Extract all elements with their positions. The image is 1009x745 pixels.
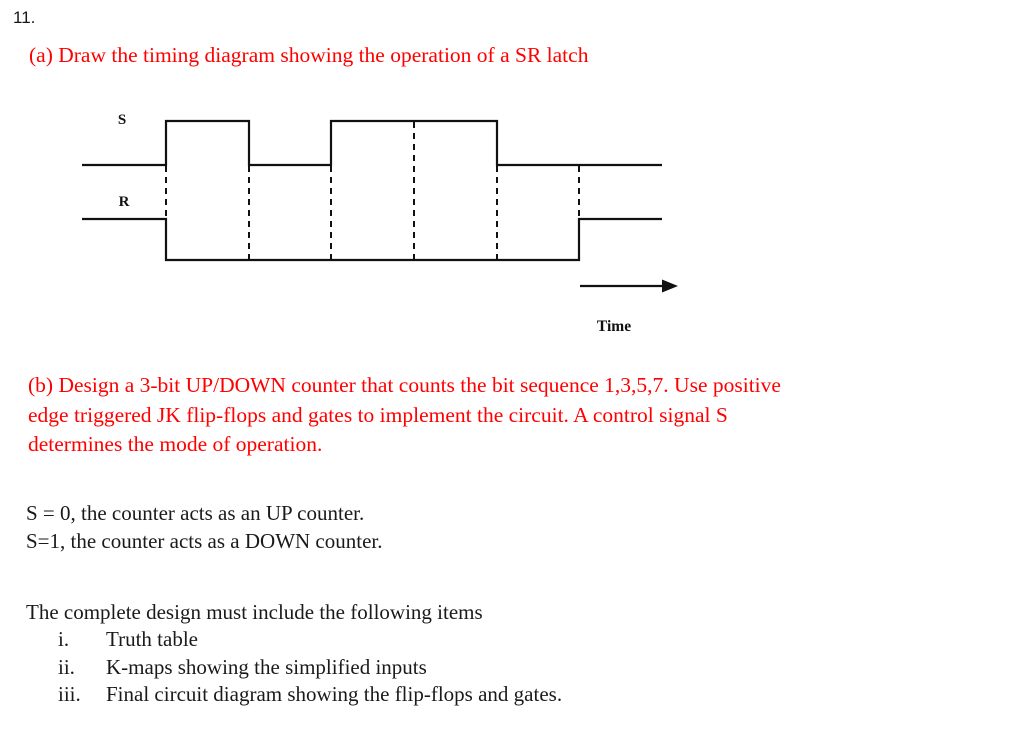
- list-item-numeral: ii.: [58, 654, 75, 679]
- part-a-heading: (a) Draw the timing diagram showing the …: [29, 43, 589, 67]
- list-item-numeral: i.: [58, 627, 70, 651]
- exam-question-page: 11. (a) Draw the timing diagram showing …: [0, 0, 1009, 745]
- part-b-line-1: (b) Design a 3-bit UP/DOWN counter that …: [28, 373, 781, 397]
- mode-descriptions: S = 0, the counter acts as an UP counter…: [26, 499, 383, 555]
- signal-s-waveform: [82, 119, 662, 167]
- timing-diagram: S R Time: [0, 96, 1009, 346]
- deliverables-list: i. Truth table ii. K-maps showing the simp…: [26, 626, 562, 709]
- question-number: 11.: [13, 8, 36, 27]
- signal-r-label: R: [119, 194, 130, 210]
- list-item: i. Truth table: [26, 626, 562, 654]
- mode-down-description: S=1, the counter acts as a DOWN counter.: [26, 529, 383, 553]
- list-item-text: Final circuit diagram showing the flip-f…: [106, 682, 563, 706]
- list-item: iii. Final circuit diagram showing the fl…: [26, 681, 562, 709]
- signal-r-waveform: [82, 217, 662, 262]
- list-item-text: Truth table: [106, 627, 198, 651]
- list-item: ii. K-maps showing the simplified inputs: [26, 654, 562, 682]
- time-axis-arrow-head: [662, 279, 678, 293]
- part-b-line-2: edge triggered JK flip-flops and gates t…: [28, 402, 728, 427]
- list-item-numeral: iii.: [58, 682, 81, 706]
- time-axis-label: Time: [597, 318, 631, 335]
- mode-up-description: S = 0, the counter acts as an UP counter…: [26, 501, 365, 525]
- deliverables-intro: The complete design must include the fol…: [26, 600, 483, 624]
- timing-diagram-svg: S R Time: [82, 112, 678, 335]
- part-b-paragraph: (b) Design a 3-bit UP/DOWN counter that …: [28, 371, 950, 460]
- signal-s-label: S: [118, 112, 126, 128]
- list-item-text: K-maps showing the simplified inputs: [106, 654, 427, 679]
- part-b-line-3: determines the mode of operation.: [28, 432, 323, 456]
